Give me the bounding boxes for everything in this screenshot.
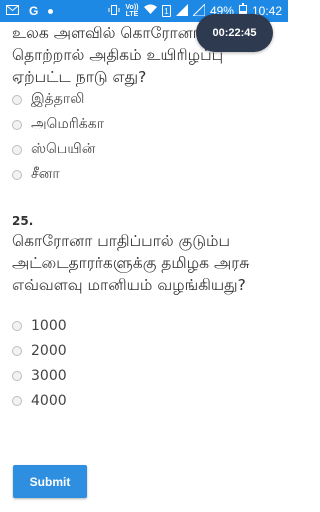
radio-button[interactable] [12,95,22,105]
radio-button[interactable] [12,120,22,130]
option-label: அமெரிக்கா [31,116,105,132]
radio-button[interactable] [12,346,22,356]
email-icon [6,4,19,18]
radio-button[interactable] [12,396,22,406]
option-label: 2000 [31,343,67,359]
q25-option-3[interactable]: 3000 [12,368,67,384]
vibrate-icon [108,4,120,19]
quiz-content[interactable]: உலக அளவில் கொரோனா தொற்றால் அதிகம் உயிரிழ… [0,22,288,512]
option-label: 4000 [31,393,67,409]
wifi-icon [143,4,157,18]
radio-button[interactable] [12,170,22,180]
option-label: ஸ்பெயின் [31,141,96,157]
notification-dot-icon [48,8,54,14]
option-label: இத்தாலி [31,91,85,107]
sim-icon: 1 [161,5,171,17]
question-25-number: 25. [12,214,34,228]
question-25-text: கொரோனா பாதிப்பால் குடும்ப அட்டைதாரர்களுக… [12,232,250,294]
q25-option-2[interactable]: 2000 [12,343,67,359]
radio-button[interactable] [12,321,22,331]
q24-option-3[interactable]: ஸ்பெயின் [12,141,95,159]
option-label: சீனா [31,166,60,182]
q25-option-1[interactable]: 1000 [12,318,67,334]
option-label: 1000 [31,318,67,334]
submit-button[interactable]: Submit [13,465,87,498]
q24-option-2[interactable]: அமெரிக்கா [12,116,104,134]
volte-label: Vo)) LTE [125,4,139,18]
q24-option-4[interactable]: சீனா [12,166,60,184]
radio-button[interactable] [12,371,22,381]
countdown-timer: 00:22:45 [196,14,273,52]
q24-option-1[interactable]: இத்தாலி [12,91,84,109]
radio-button[interactable] [12,145,22,155]
option-label: 3000 [31,368,67,384]
q25-option-4[interactable]: 4000 [12,393,67,409]
google-icon: G [29,4,39,18]
signal-icon [175,3,188,19]
signal-2-icon [191,2,206,19]
